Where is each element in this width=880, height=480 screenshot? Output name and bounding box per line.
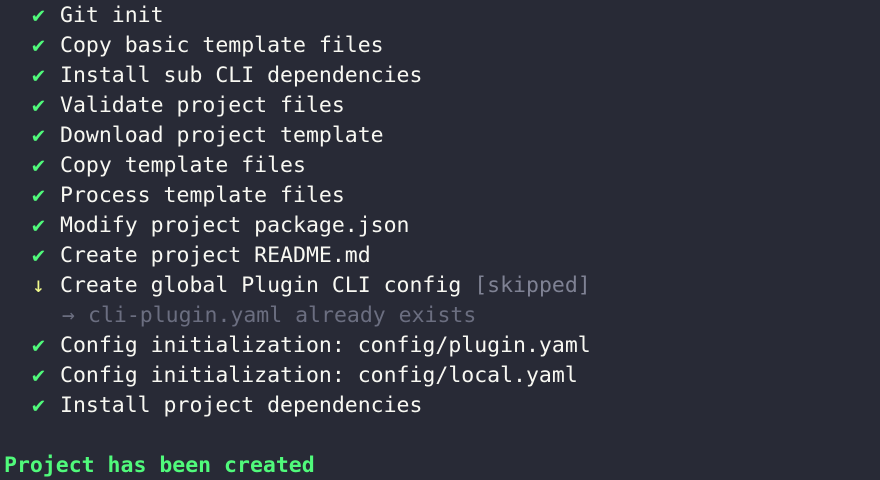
check-icon: ✔ [32,393,45,418]
task-label: Config initialization: config/local.yaml [60,363,578,388]
task-line: ✔ Install sub CLI dependencies [0,61,880,91]
task-line: ✔ Copy basic template files [0,31,880,61]
task-label: Config initialization: config/plugin.yam… [60,333,591,358]
task-label: Download project template [60,123,384,148]
arrow-down-icon: ↓ [32,273,45,298]
task-line: ✔ Create project README.md [0,241,880,271]
check-icon: ✔ [32,243,45,268]
task-line: ✔ Modify project package.json [0,211,880,241]
task-label: Modify project package.json [60,213,410,238]
task-label: Copy basic template files [60,33,384,58]
skip-reason-line: → cli-plugin.yaml already exists [0,301,880,331]
check-icon: ✔ [32,93,45,118]
check-icon: ✔ [32,213,45,238]
task-label: Copy template files [60,153,306,178]
task-line: ✔ Install project dependencies [0,391,880,421]
arrow-right-icon: → [62,303,75,328]
check-icon: ✔ [32,153,45,178]
task-line: ✔ Process template files [0,181,880,211]
task-label: Process template files [60,183,345,208]
task-label: Validate project files [60,93,345,118]
terminal-output: ✔ Git init ✔ Copy basic template files ✔ In… [0,0,880,480]
task-line: ✔ Git init [0,1,880,31]
task-line: ✔ Download project template [0,121,880,151]
task-label: Git init [60,3,164,28]
task-label: Install project dependencies [60,393,423,418]
task-line: ✔ Copy template files [0,151,880,181]
task-label: Install sub CLI dependencies [60,63,423,88]
task-line: ✔ Validate project files [0,91,880,121]
check-icon: ✔ [32,183,45,208]
completion-message: Project has been created [4,453,315,478]
check-icon: ✔ [32,33,45,58]
task-line: ✔ Config initialization: config/local.yam… [0,361,880,391]
check-icon: ✔ [32,63,45,88]
check-icon: ✔ [32,333,45,358]
skipped-tag: [skipped] [474,273,591,298]
skipped-task-line: ↓ Create global Plugin CLI config [skippe… [0,271,880,301]
task-label: Create project README.md [60,243,371,268]
task-label: Create global Plugin CLI config [60,273,475,298]
check-icon: ✔ [32,123,45,148]
check-icon: ✔ [32,363,45,388]
task-line: ✔ Config initialization: config/plugin.ya… [0,331,880,361]
skip-reason-text: cli-plugin.yaml already exists [88,303,477,328]
check-icon: ✔ [32,3,45,28]
